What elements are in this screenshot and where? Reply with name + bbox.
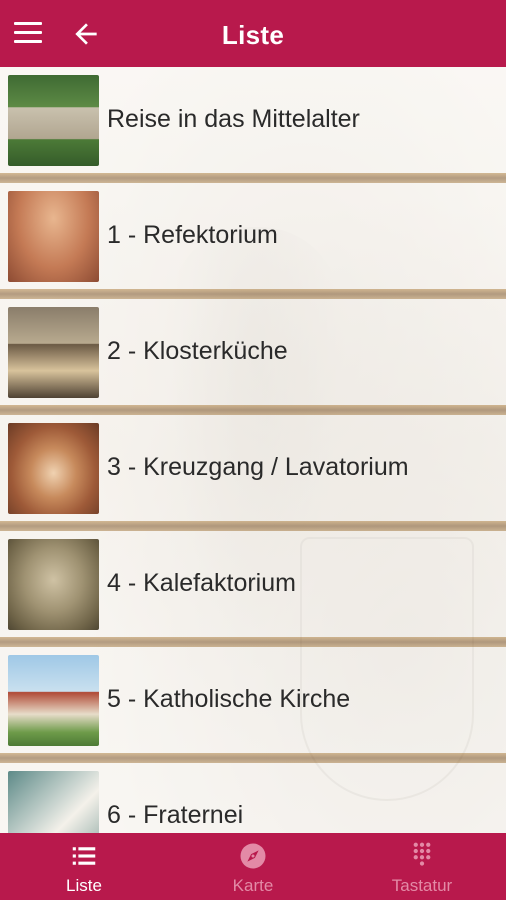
tab-liste[interactable]: Liste (0, 833, 168, 900)
cloister-arches-photo (8, 423, 99, 514)
tab-label: Karte (232, 876, 274, 895)
monastery-aerial-photo (8, 75, 99, 166)
vaulted-hall-photo (8, 191, 99, 282)
divider (0, 289, 506, 299)
page-title: Liste (221, 20, 285, 50)
list-item[interactable]: 4 - Kalefaktorium (0, 531, 506, 637)
list-item[interactable]: 1 - Refektorium (0, 183, 506, 289)
list-item[interactable]: 5 - Katholische Kirche (0, 647, 506, 753)
list-item-label: 4 - Kalefaktorium (107, 569, 296, 597)
list-item-label: 1 - Refektorium (107, 221, 278, 249)
divider (0, 637, 506, 647)
list-item[interactable]: 2 - Klosterküche (0, 299, 506, 405)
church-photo (8, 655, 99, 746)
divider (0, 405, 506, 415)
list-item-label: 5 - Katholische Kirche (107, 685, 351, 713)
divider (0, 753, 506, 763)
vaulted-cellar-photo (8, 539, 99, 630)
keypad-icon (413, 842, 431, 866)
divider (0, 173, 506, 183)
tab-karte[interactable]: Karte (169, 833, 337, 900)
list-item-label: Reise in das Mittelalter (107, 105, 360, 133)
compass-icon (240, 843, 266, 869)
divider (0, 521, 506, 531)
list-item-label: 6 - Fraternei (107, 801, 244, 829)
list-item-label: 2 - Klosterküche (107, 337, 288, 365)
list-item[interactable]: 6 - Fraternei (0, 763, 506, 833)
bottom-navigation: Liste Karte Tastatur (0, 833, 506, 900)
tab-tastatur[interactable]: Tastatur (338, 833, 506, 900)
list-item[interactable]: 3 - Kreuzgang / Lavatorium (0, 415, 506, 521)
fraternei-photo (8, 771, 99, 833)
station-list[interactable]: Reise in das Mittelalter 1 - Refektorium… (0, 67, 506, 833)
tab-label: Liste (66, 876, 102, 895)
app-bar: Liste (0, 0, 506, 67)
kitchen-photo (8, 307, 99, 398)
list-item[interactable]: Reise in das Mittelalter (0, 67, 506, 173)
tab-label: Tastatur (391, 876, 453, 895)
list-icon (72, 847, 96, 865)
list-item-label: 3 - Kreuzgang / Lavatorium (107, 453, 409, 481)
